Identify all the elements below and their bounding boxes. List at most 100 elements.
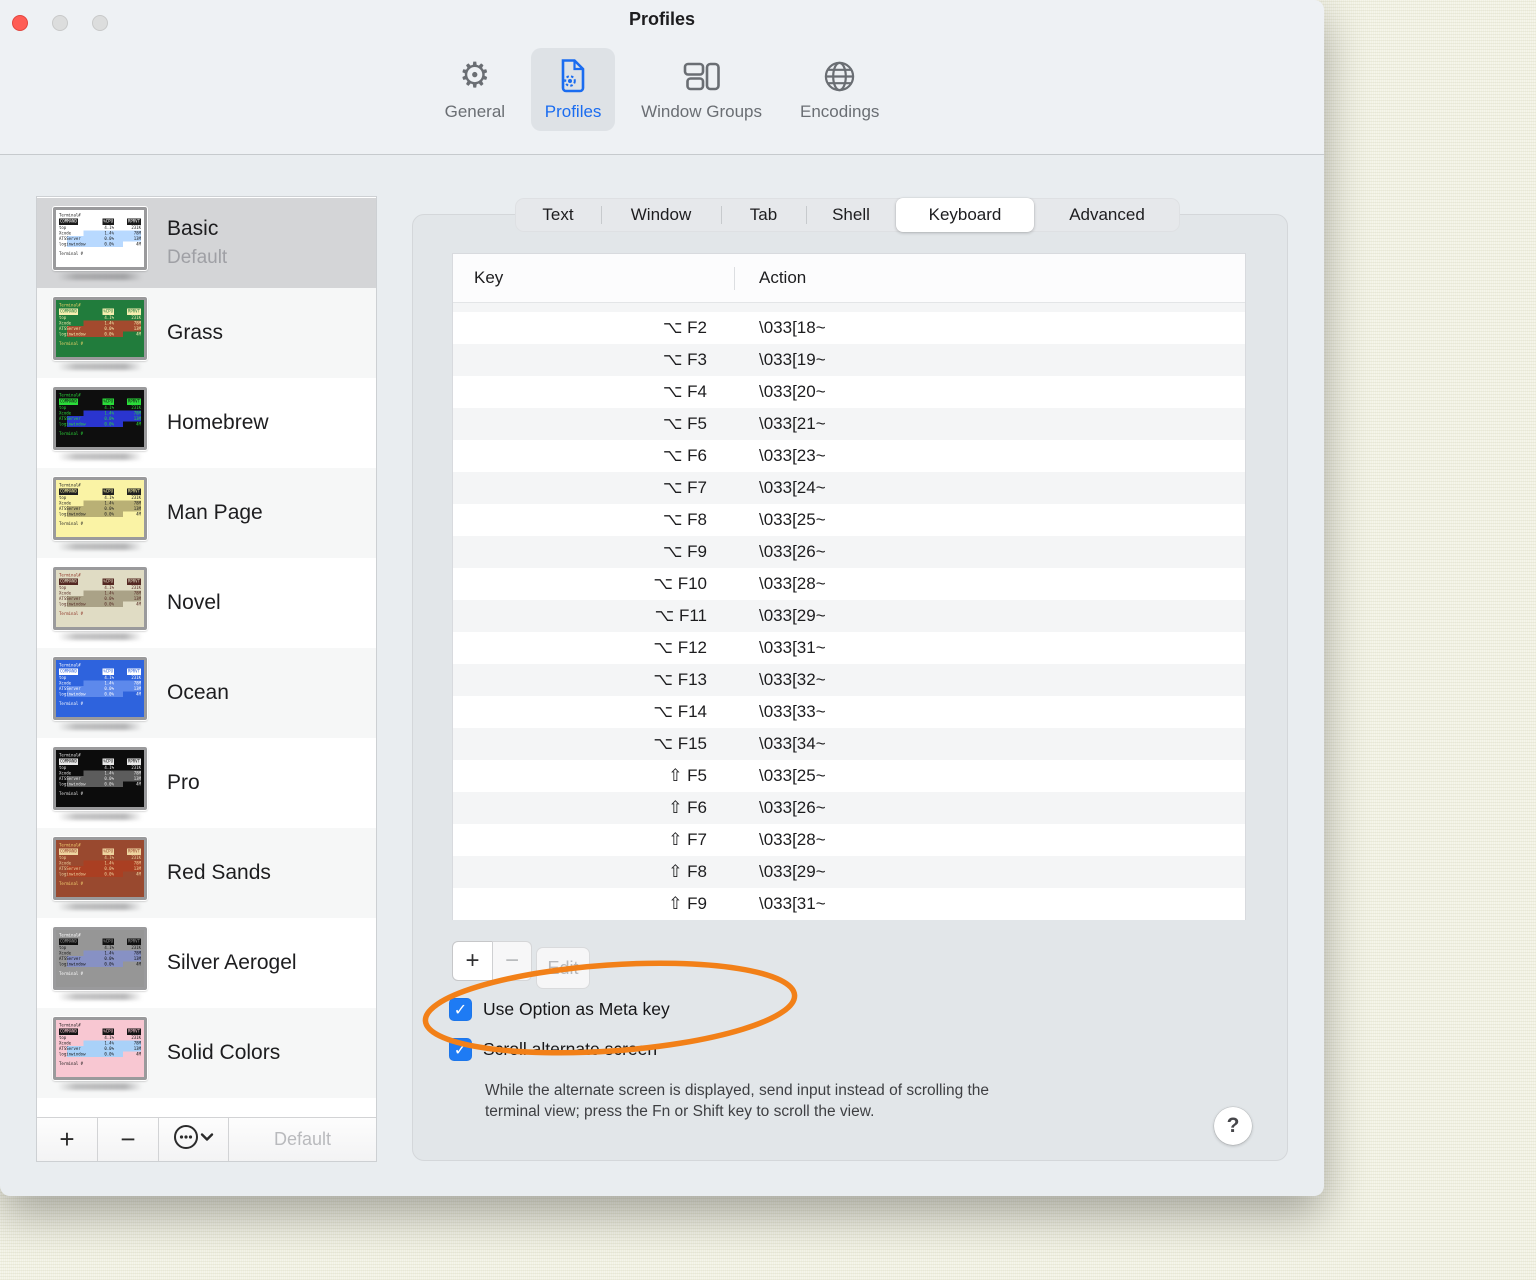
table-row[interactable]: ⌥ F4 \033[20~ [453,376,1245,408]
table-row[interactable]: ⇧ F7 \033[28~ [453,824,1245,856]
table-row[interactable]: ⌥ F15 \033[34~ [453,728,1245,760]
table-row[interactable]: ⌥ F3 \033[19~ [453,344,1245,376]
alternate-screen-help-text: While the alternate screen is displayed,… [485,1082,990,1120]
toolbar-item-label: Encodings [800,102,880,121]
use-option-as-meta-checkbox[interactable] [449,998,472,1021]
key-cell: ⌥ F7 [662,478,707,497]
action-cell: \033[20~ [759,382,826,401]
action-cell: \033[29~ [759,862,826,881]
toolbar-item-encodings[interactable]: Encodings [788,48,891,131]
tab-keyboard[interactable]: Keyboard [896,198,1034,232]
tab-window[interactable]: Window [601,198,721,232]
tab-shell[interactable]: Shell [806,198,896,232]
profile-item-man-page[interactable]: Terminal# COMMAND %CPU RPRVT top 4.1% 231K Xcod… [37,468,376,558]
profile-item-ocean[interactable]: Terminal# COMMAND %CPU RPRVT top 4.1% 231K Xcod… [37,648,376,738]
tab-tab[interactable]: Tab [721,198,806,232]
add-key-button[interactable]: + [452,941,493,981]
action-column-header[interactable]: Action [734,268,1245,288]
scroll-alternate-screen-checkbox[interactable] [449,1038,472,1061]
table-row[interactable]: ⇧ F5 \033[25~ [453,760,1245,792]
use-option-as-meta-label: Use Option as Meta key [483,999,670,1019]
table-row[interactable]: ⇧ F9 \033[31~ [453,888,1245,920]
add-profile-button[interactable]: + [37,1118,98,1161]
profile-document-icon [559,56,587,96]
table-row[interactable]: ⇧ F6 \033[26~ [453,792,1245,824]
action-cell: \033[18~ [759,318,826,337]
table-row[interactable]: ⌥ F8 \033[25~ [453,504,1245,536]
profile-item-pro[interactable]: Terminal# COMMAND %CPU RPRVT top 4.1% 231K Xcod… [37,738,376,828]
remove-profile-button[interactable]: − [98,1118,159,1161]
set-default-button[interactable]: Default [229,1118,376,1161]
profile-name: Grass [167,321,224,344]
edit-key-button[interactable]: Edit [536,947,590,989]
action-cell: \033[33~ [759,702,826,721]
profile-item-grass[interactable]: Terminal# COMMAND %CPU RPRVT top 4.1% 231K Xcod… [37,288,376,378]
action-cell: \033[34~ [759,734,826,753]
remove-key-button[interactable]: − [492,941,532,981]
toolbar-item-window-groups[interactable]: Window Groups [629,48,774,131]
help-button[interactable]: ? [1214,1107,1252,1145]
tab-text[interactable]: Text [515,198,601,232]
profile-thumbnail: Terminal# COMMAND %CPU RPRVT top 4.1% 231K Xcod… [52,475,148,550]
key-cell: ⌥ F5 [662,414,707,433]
key-cell: ⇧ F7 [668,830,707,849]
action-cell: \033[28~ [759,574,826,593]
key-cell: ⌥ F9 [662,542,707,561]
profile-thumbnail: Terminal# COMMAND %CPU RPRVT top 4.1% 231K Xcod… [52,745,148,820]
table-row[interactable]: ⌥ F11 \033[29~ [453,600,1245,632]
titlebar: Profiles ⚙ General Profiles Window Groups En… [0,0,1324,155]
profile-item-basic[interactable]: Terminal# COMMAND %CPU RPRVT top 4.1% 231K Xcod… [37,198,376,288]
profile-item-homebrew[interactable]: Terminal# COMMAND %CPU RPRVT top 4.1% 231K Xcod… [37,378,376,468]
profile-name: Basic [167,217,219,240]
profile-sidebar: Terminal# COMMAND %CPU RPRVT top 4.1% 231K Xcod… [36,196,377,1162]
action-cell: \033[21~ [759,414,826,433]
key-cell: ⌥ F12 [653,638,707,657]
key-mapping-table: Key Action ⌥ F2 \033[18~ ⌥ F3 \033[19~ ⌥ F4 \… [452,253,1246,920]
profile-item-solid-colors[interactable]: Terminal# COMMAND %CPU RPRVT top 4.1% 231K Xcod… [37,1008,376,1098]
preferences-toolbar: ⚙ General Profiles Window Groups Encodings [0,48,1324,131]
profile-thumbnail: Terminal# COMMAND %CPU RPRVT top 4.1% 231K Xcod… [52,295,148,370]
action-cell: \033[31~ [759,894,826,913]
table-row[interactable]: ⌥ F6 \033[23~ [453,440,1245,472]
table-row[interactable]: ⌥ F9 \033[26~ [453,536,1245,568]
key-cell: ⌥ F15 [653,734,707,753]
action-cell: \033[26~ [759,542,826,561]
more-options-icon [173,1124,215,1155]
profile-list: Terminal# COMMAND %CPU RPRVT top 4.1% 231K Xcod… [37,198,376,1098]
table-row[interactable]: ⌥ F5 \033[21~ [453,408,1245,440]
key-cell: ⌥ F4 [662,382,707,401]
table-row[interactable]: ⌥ F7 \033[24~ [453,472,1245,504]
tab-advanced[interactable]: Advanced [1034,198,1180,232]
toolbar-item-general[interactable]: ⚙ General [433,48,517,131]
key-cell: ⌥ F11 [654,606,707,625]
table-row[interactable]: ⌥ F12 \033[31~ [453,632,1245,664]
action-cell: \033[29~ [759,606,826,625]
terminal-preferences-window: Profiles ⚙ General Profiles Window Groups En… [0,0,1324,1196]
table-row-partial [453,303,1245,312]
profile-name: Red Sands [167,861,271,884]
key-cell: ⌥ F2 [662,318,707,337]
use-option-as-meta-row: Use Option as Meta key [449,998,670,1021]
table-row[interactable]: ⌥ F2 \033[18~ [453,312,1245,344]
table-row[interactable]: ⇧ F8 \033[29~ [453,856,1245,888]
profile-thumbnail: Terminal# COMMAND %CPU RPRVT top 4.1% 231K Xcod… [52,565,148,640]
key-cell: ⌥ F3 [662,350,707,369]
profile-actions-button[interactable] [159,1118,229,1161]
table-row[interactable]: ⌥ F10 \033[28~ [453,568,1245,600]
key-column-header[interactable]: Key [453,268,734,288]
profile-item-silver-aerogel[interactable]: Terminal# COMMAND %CPU RPRVT top 4.1% 231K Xcod… [37,918,376,1008]
action-cell: \033[28~ [759,830,826,849]
table-row[interactable]: ⌥ F13 \033[32~ [453,664,1245,696]
profile-item-novel[interactable]: Terminal# COMMAND %CPU RPRVT top 4.1% 231K Xcod… [37,558,376,648]
table-row[interactable]: ⌥ F14 \033[33~ [453,696,1245,728]
profile-name: Solid Colors [167,1041,281,1064]
action-cell: \033[19~ [759,350,826,369]
key-cell: ⌥ F13 [653,670,707,689]
sidebar-footer: + − Default [37,1117,376,1161]
profile-thumbnail: Terminal# COMMAND %CPU RPRVT top 4.1% 231K Xcod… [52,655,148,730]
profile-thumbnail: Terminal# COMMAND %CPU RPRVT top 4.1% 231K Xcod… [52,1015,148,1090]
toolbar-item-profiles[interactable]: Profiles [531,48,616,131]
profile-item-red-sands[interactable]: Terminal# COMMAND %CPU RPRVT top 4.1% 231K Xcod… [37,828,376,918]
toolbar-item-label: General [444,102,506,121]
profile-thumbnail: Terminal# COMMAND %CPU RPRVT top 4.1% 231K Xcod… [52,835,148,910]
